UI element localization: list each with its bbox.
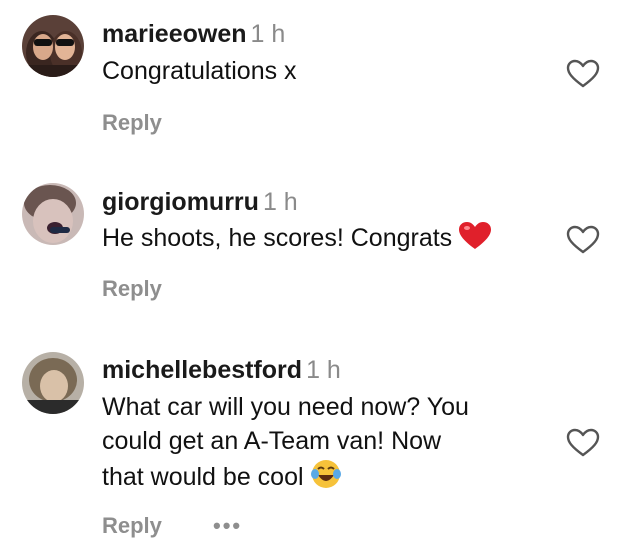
username[interactable]: michellebestford 1 h: [102, 356, 341, 385]
heart-outline-icon[interactable]: [566, 59, 600, 89]
heart-outline-icon[interactable]: [566, 225, 600, 255]
comment-line: that would be cool: [102, 458, 552, 494]
username[interactable]: giorgiomurru 1 h: [102, 188, 298, 217]
timestamp: 1 h: [250, 20, 286, 48]
more-options-button[interactable]: •••: [213, 513, 242, 539]
reply-button[interactable]: Reply: [102, 513, 162, 539]
comment-line: What car will you need now? You: [102, 393, 469, 421]
tears-of-joy-emoji: [310, 460, 341, 488]
timestamp: 1 h: [306, 356, 341, 384]
comment-text: Congratulations x: [102, 57, 297, 85]
heart-outline-icon[interactable]: [566, 428, 600, 458]
comment-line: could get an A-Team van! Now: [102, 427, 442, 455]
comment-text: He shoots, he scores! Congrats: [102, 221, 552, 255]
avatar[interactable]: [22, 15, 84, 77]
avatar[interactable]: [22, 352, 84, 414]
reply-button[interactable]: Reply: [102, 276, 162, 302]
comment-text: What car will you need now? You could ge…: [102, 390, 552, 494]
username[interactable]: marieeowen 1 h: [102, 20, 285, 49]
red-heart-emoji: [459, 222, 492, 249]
avatar[interactable]: [22, 183, 84, 245]
timestamp: 1 h: [262, 188, 298, 216]
reply-button[interactable]: Reply: [102, 110, 162, 136]
